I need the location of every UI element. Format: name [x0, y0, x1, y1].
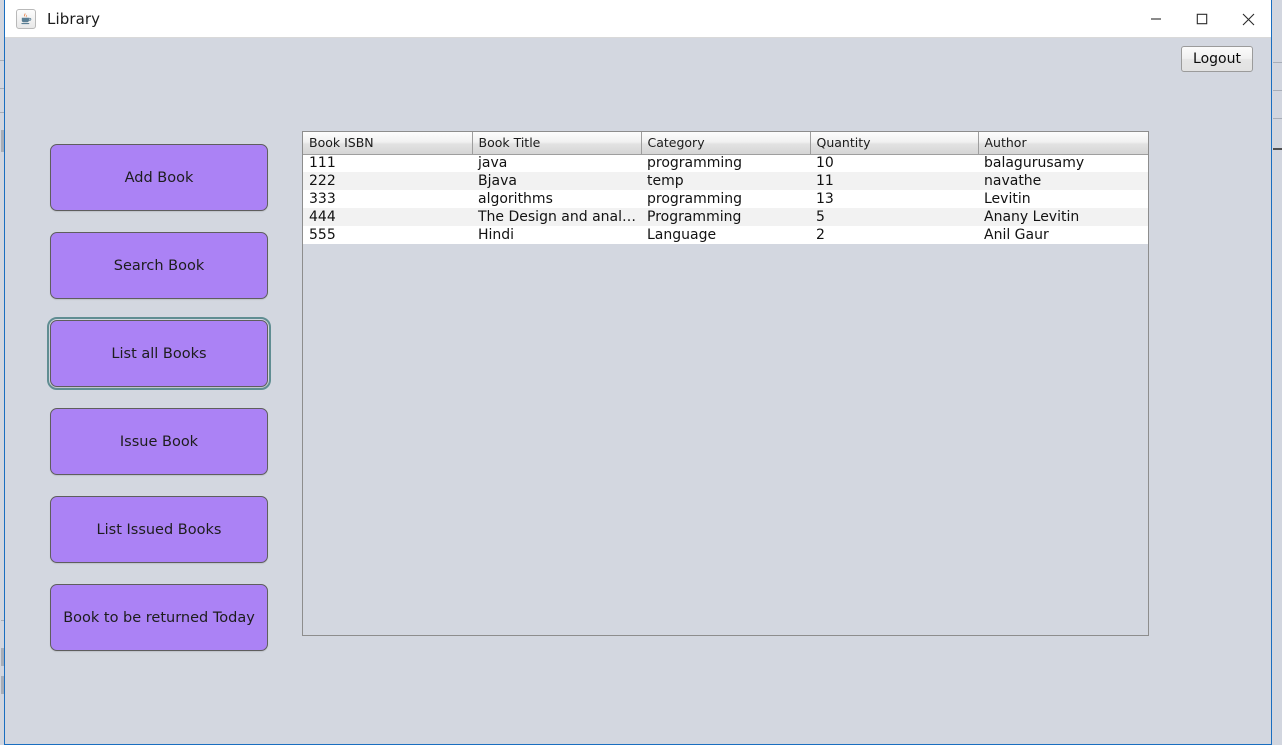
cell-author: Anil Gaur	[978, 226, 1148, 244]
cell-category: temp	[641, 172, 810, 190]
cell-book-title: Hindi	[472, 226, 641, 244]
desktop-artifact	[1273, 90, 1282, 91]
books-table-header: Book ISBN Book Title Category Quantity A…	[303, 132, 1148, 155]
table-row[interactable]: 555 Hindi Language 2 Anil Gaur	[303, 226, 1148, 244]
maximize-icon[interactable]	[1179, 0, 1225, 38]
cell-quantity: 2	[810, 226, 978, 244]
cell-quantity: 11	[810, 172, 978, 190]
desktop-artifact	[1273, 148, 1282, 150]
sidebar-item-list-all-books[interactable]: List all Books	[47, 317, 271, 390]
cell-book-isbn: 444	[303, 208, 472, 226]
minimize-icon[interactable]	[1133, 0, 1179, 38]
column-header-book-isbn[interactable]: Book ISBN	[303, 132, 473, 155]
sidebar-item-issue-book[interactable]: Issue Book	[50, 408, 268, 475]
cell-author: Levitin	[978, 190, 1148, 208]
table-row[interactable]: 111 java programming 10 balagurusamy	[303, 154, 1148, 172]
cell-author: navathe	[978, 172, 1148, 190]
cell-quantity: 10	[810, 154, 978, 172]
cell-book-title: The Design and analysis...	[472, 208, 641, 226]
books-table-scrollpane[interactable]: Book ISBN Book Title Category Quantity A…	[302, 131, 1149, 636]
desktop-artifact	[1273, 62, 1282, 63]
table-row[interactable]: 222 Bjava temp 11 navathe	[303, 172, 1148, 190]
cell-author: Anany Levitin	[978, 208, 1148, 226]
window-title: Library	[47, 9, 101, 28]
window-controls	[1133, 0, 1271, 38]
cell-quantity: 5	[810, 208, 978, 226]
sidebar-item-list-issued-books[interactable]: List Issued Books	[50, 496, 268, 563]
cell-book-isbn: 222	[303, 172, 472, 190]
logout-button[interactable]: Logout	[1181, 46, 1253, 72]
table-row[interactable]: 333 algorithms programming 13 Levitin	[303, 190, 1148, 208]
cell-author: balagurusamy	[978, 154, 1148, 172]
java-coffee-cup-icon	[16, 8, 36, 29]
column-header-book-title[interactable]: Book Title	[472, 132, 642, 155]
desktop-artifact	[1273, 118, 1282, 119]
window-titlebar: Library	[5, 0, 1271, 38]
table-row[interactable]: 444 The Design and analysis... Programmi…	[303, 208, 1148, 226]
sidebar-item-search-book[interactable]: Search Book	[50, 232, 268, 299]
cell-book-title: Bjava	[472, 172, 641, 190]
cell-book-isbn: 555	[303, 226, 472, 244]
window-client-area: Logout Add Book Search Book List all Boo…	[5, 38, 1271, 744]
books-table: Book ISBN Book Title Category Quantity A…	[303, 132, 1148, 244]
cell-category: Programming	[641, 208, 810, 226]
cell-category: programming	[641, 190, 810, 208]
library-application-window: Library Logout Add Book Search Book List…	[4, 0, 1272, 745]
cell-book-title: java	[472, 154, 641, 172]
cell-book-isbn: 333	[303, 190, 472, 208]
cell-quantity: 13	[810, 190, 978, 208]
column-header-quantity[interactable]: Quantity	[810, 132, 979, 155]
table-header-row: Book ISBN Book Title Category Quantity A…	[303, 132, 1148, 155]
cell-book-title: algorithms	[472, 190, 641, 208]
column-header-author[interactable]: Author	[978, 132, 1148, 155]
sidebar-item-add-book[interactable]: Add Book	[50, 144, 268, 211]
books-table-body: 111 java programming 10 balagurusamy 222…	[303, 154, 1148, 244]
cell-category: programming	[641, 154, 810, 172]
close-icon[interactable]	[1225, 0, 1271, 38]
column-header-category[interactable]: Category	[641, 132, 811, 155]
sidebar-item-book-returned-today[interactable]: Book to be returned Today	[50, 584, 268, 651]
sidebar-navigation: Add Book Search Book List all Books Issu…	[47, 144, 271, 672]
cell-category: Language	[641, 226, 810, 244]
cell-book-isbn: 111	[303, 154, 472, 172]
